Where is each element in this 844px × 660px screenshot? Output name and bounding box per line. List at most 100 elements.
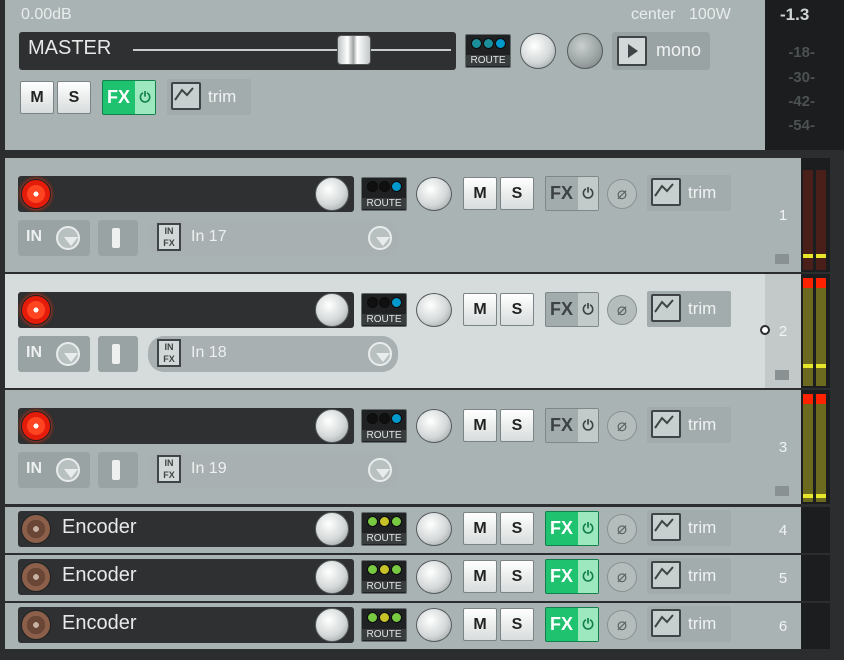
power-icon[interactable]: ⏻ <box>578 512 598 545</box>
track-input-select[interactable]: IN FX In 17 <box>148 220 398 256</box>
track-name-bar[interactable]: Encoder <box>18 511 354 547</box>
power-icon[interactable]: ⏻ <box>135 81 155 114</box>
track-fx-button[interactable]: FX ⏻ <box>545 511 599 546</box>
track-solo-button[interactable]: S <box>500 560 534 593</box>
power-icon[interactable]: ⏻ <box>578 177 598 210</box>
track-solo-button[interactable]: S <box>500 293 534 326</box>
track-row[interactable]: ROUTE M S FX ⏻ ⌀ trim IN IN FX In 18 <box>5 274 765 388</box>
track-input-monitor[interactable]: IN <box>18 220 90 256</box>
phase-invert-icon[interactable]: ⌀ <box>607 562 637 592</box>
power-icon[interactable]: ⏻ <box>578 293 598 326</box>
chevron-down-icon[interactable] <box>368 458 392 482</box>
phase-invert-icon[interactable]: ⌀ <box>607 514 637 544</box>
track-row[interactable]: ROUTE M S FX ⏻ ⌀ trim IN IN FX In 17 <box>5 158 765 272</box>
power-icon[interactable]: ⏻ <box>578 608 598 641</box>
track-name-bar[interactable]: Encoder <box>18 607 354 643</box>
track-pan-knob[interactable] <box>416 177 452 211</box>
track-trim-button[interactable]: trim <box>647 606 731 642</box>
record-arm-icon[interactable] <box>21 295 51 325</box>
record-arm-icon[interactable] <box>21 562 51 592</box>
chevron-down-icon[interactable] <box>56 458 80 482</box>
track-fx-button[interactable]: FX ⏻ <box>545 292 599 327</box>
record-mode-button[interactable] <box>98 220 138 256</box>
track-trim-button[interactable]: trim <box>647 558 731 594</box>
master-solo-button[interactable]: S <box>57 81 91 114</box>
track-input-monitor[interactable]: IN <box>18 452 90 488</box>
track-solo-button[interactable]: S <box>500 409 534 442</box>
master-pan-knob[interactable] <box>520 33 556 69</box>
track-pan-knob[interactable] <box>416 512 452 546</box>
track-solo-button[interactable]: S <box>500 177 534 210</box>
track-name-bar[interactable] <box>18 292 354 328</box>
record-mode-button[interactable] <box>98 336 138 372</box>
track-mute-button[interactable]: M <box>463 512 497 545</box>
track-name-bar[interactable] <box>18 176 354 212</box>
track-solo-button[interactable]: S <box>500 608 534 641</box>
track-volume-knob[interactable] <box>315 608 349 642</box>
folder-icon[interactable] <box>775 254 789 264</box>
track-name-bar[interactable] <box>18 408 354 444</box>
track-mute-button[interactable]: M <box>463 409 497 442</box>
track-row[interactable]: Encoder ROUTE M S FX ⏻ ⌀ trim <box>5 555 765 601</box>
track-route-button[interactable]: ROUTE <box>361 177 407 211</box>
track-route-button[interactable]: ROUTE <box>361 293 407 327</box>
master-fx-button[interactable]: FX ⏻ <box>102 80 156 115</box>
track-row[interactable]: Encoder ROUTE M S FX ⏻ ⌀ trim <box>5 507 765 553</box>
track-fx-button[interactable]: FX ⏻ <box>545 607 599 642</box>
track-trim-button[interactable]: trim <box>647 175 731 211</box>
record-arm-icon[interactable] <box>21 514 51 544</box>
track-volume-knob[interactable] <box>315 560 349 594</box>
record-arm-icon[interactable] <box>21 610 51 640</box>
track-fx-button[interactable]: FX ⏻ <box>545 408 599 443</box>
track-pan-knob[interactable] <box>416 560 452 594</box>
chevron-down-icon[interactable] <box>56 226 80 250</box>
master-name-bar[interactable]: MASTER <box>19 32 456 70</box>
track-input-select[interactable]: IN FX In 18 <box>148 336 398 372</box>
chevron-down-icon[interactable] <box>368 226 392 250</box>
phase-invert-icon[interactable]: ⌀ <box>607 295 637 325</box>
phase-invert-icon[interactable]: ⌀ <box>607 411 637 441</box>
track-route-button[interactable]: ROUTE <box>361 409 407 443</box>
chevron-down-icon[interactable] <box>56 342 80 366</box>
track-trim-button[interactable]: trim <box>647 407 731 443</box>
track-fx-button[interactable]: FX ⏻ <box>545 176 599 211</box>
track-pan-knob[interactable] <box>416 293 452 327</box>
track-volume-knob[interactable] <box>315 409 349 443</box>
track-volume-knob[interactable] <box>315 177 349 211</box>
power-icon[interactable]: ⏻ <box>578 560 598 593</box>
track-volume-knob[interactable] <box>315 293 349 327</box>
phase-invert-icon[interactable]: ⌀ <box>607 179 637 209</box>
resize-handle-icon[interactable] <box>760 325 770 335</box>
track-pan-knob[interactable] <box>416 409 452 443</box>
track-solo-button[interactable]: S <box>500 512 534 545</box>
track-route-button[interactable]: ROUTE <box>361 608 407 642</box>
folder-icon[interactable] <box>775 370 789 380</box>
master-volume-fader[interactable] <box>337 35 371 65</box>
track-row[interactable]: ROUTE M S FX ⏻ ⌀ trim IN IN FX In 19 <box>5 390 765 504</box>
chevron-down-icon[interactable] <box>368 342 392 366</box>
track-input-monitor[interactable]: IN <box>18 336 90 372</box>
track-mute-button[interactable]: M <box>463 560 497 593</box>
folder-icon[interactable] <box>775 486 789 496</box>
track-mute-button[interactable]: M <box>463 293 497 326</box>
track-route-button[interactable]: ROUTE <box>361 512 407 546</box>
track-volume-knob[interactable] <box>315 512 349 546</box>
track-pan-knob[interactable] <box>416 608 452 642</box>
record-arm-icon[interactable] <box>21 179 51 209</box>
master-width-knob[interactable] <box>567 33 603 69</box>
track-mute-button[interactable]: M <box>463 608 497 641</box>
track-input-select[interactable]: IN FX In 19 <box>148 452 398 488</box>
master-mono-toggle[interactable]: mono <box>612 32 710 70</box>
track-mute-button[interactable]: M <box>463 177 497 210</box>
master-trim-button[interactable]: trim <box>167 79 251 115</box>
record-arm-icon[interactable] <box>21 411 51 441</box>
power-icon[interactable]: ⏻ <box>578 409 598 442</box>
track-trim-button[interactable]: trim <box>647 510 731 546</box>
track-row[interactable]: Encoder ROUTE M S FX ⏻ ⌀ trim <box>5 603 765 649</box>
track-route-button[interactable]: ROUTE <box>361 560 407 594</box>
track-fx-button[interactable]: FX ⏻ <box>545 559 599 594</box>
master-mute-button[interactable]: M <box>20 81 54 114</box>
master-route-button[interactable]: ROUTE <box>465 34 511 68</box>
track-name-bar[interactable]: Encoder <box>18 559 354 595</box>
track-trim-button[interactable]: trim <box>647 291 731 327</box>
